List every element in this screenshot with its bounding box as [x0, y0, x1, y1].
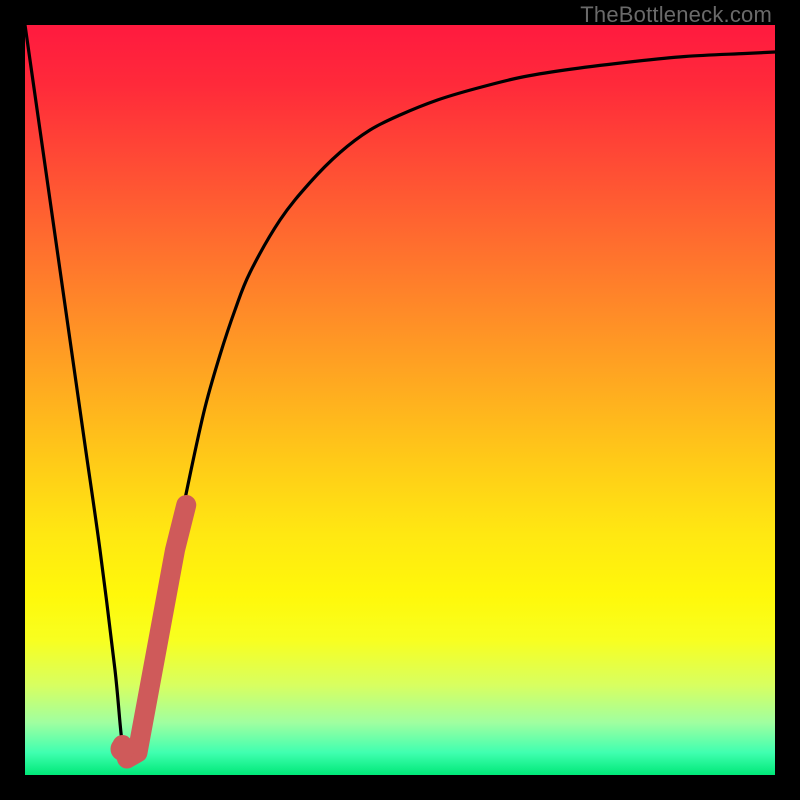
bottleneck-curve: [25, 25, 775, 761]
highlight-end-dot: [111, 737, 135, 761]
highlight-segment: [123, 505, 187, 759]
chart-frame: TheBottleneck.com: [0, 0, 800, 800]
chart-svg: [25, 25, 775, 775]
attribution-text: TheBottleneck.com: [580, 2, 772, 28]
plot-area: [25, 25, 775, 775]
